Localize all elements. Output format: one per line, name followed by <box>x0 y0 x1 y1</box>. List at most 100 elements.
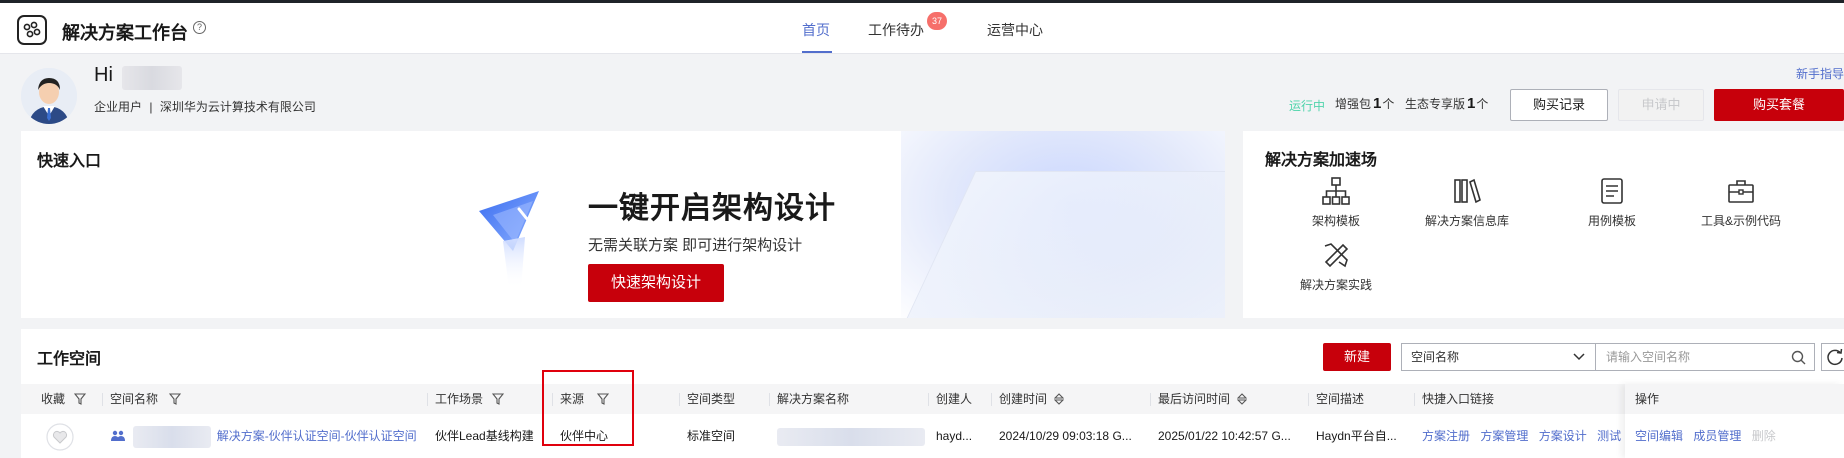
actions-column: 操作 空间编辑 成员管理 删除 <box>1625 384 1844 458</box>
new-workspace-button[interactable]: 新建 <box>1323 343 1391 371</box>
column-divider <box>1150 393 1151 406</box>
column-divider <box>1414 393 1415 406</box>
column-space-name: 空间名称 <box>102 384 182 414</box>
stat-count: 1 <box>1373 95 1382 112</box>
funnel-illustration-icon <box>473 181 555 291</box>
search-icon[interactable] <box>1791 350 1806 365</box>
filter-icon[interactable] <box>492 393 505 405</box>
column-divider <box>102 393 103 406</box>
column-divider <box>427 393 428 406</box>
quick-entry-card: 快速入口 一键开启架构设计 无需关联方案 即可进行架构设计 快速架构设计 <box>21 131 1225 318</box>
tools-icon <box>1324 243 1349 268</box>
purchase-record-button[interactable]: 购买记录 <box>1510 89 1608 121</box>
stat-ecosystem-edition: 生态专享版 1个 <box>1405 95 1488 112</box>
beginner-guide-link[interactable]: 新手指导 <box>1796 65 1844 82</box>
filter-icon[interactable] <box>169 393 182 405</box>
help-icon[interactable]: ? <box>193 21 206 34</box>
space-name-cell[interactable]: 解决方案-伙伴认证空间-伙伴认证空间 <box>110 414 417 458</box>
column-last-visit[interactable]: 最后访问时间 <box>1150 384 1248 414</box>
accelerator-item-solution-library[interactable]: 解决方案信息库 <box>1407 176 1527 229</box>
refresh-button[interactable] <box>1821 343 1844 371</box>
last-visit-cell: 2025/01/22 10:42:57 G... <box>1158 429 1291 443</box>
column-scenario: 工作场景 <box>427 384 505 414</box>
column-label: 空间描述 <box>1316 392 1365 406</box>
app-title: 解决方案工作台 <box>62 23 188 43</box>
column-description: 空间描述 <box>1308 384 1365 414</box>
column-label: 收藏 <box>41 392 66 406</box>
active-tab-indicator <box>802 51 832 53</box>
stat-enhancement-pack: 增强包 1个 <box>1335 95 1394 112</box>
refresh-icon <box>1827 348 1843 366</box>
quick-link-manage[interactable]: 方案管理 <box>1480 429 1528 443</box>
quick-entry-subtitle: 无需关联方案 即可进行架构设计 <box>588 237 803 254</box>
column-space-type: 空间类型 <box>679 384 736 414</box>
scenario-cell: 伙伴Lead基线构建 <box>435 429 534 443</box>
tab-todo[interactable]: 工作待办 <box>868 20 924 40</box>
filter-icon[interactable] <box>74 393 87 405</box>
column-label: 快捷入口链接 <box>1422 392 1495 406</box>
column-solution-name: 解决方案名称 <box>769 384 849 414</box>
column-divider <box>928 393 929 406</box>
column-label: 空间名称 <box>110 392 159 406</box>
column-label: 创建时间 <box>999 392 1048 406</box>
accelerator-item-tools-samples[interactable]: 工具&示例代码 <box>1681 176 1801 229</box>
stat-count: 1 <box>1467 95 1476 112</box>
greeting: Hi <box>94 64 113 86</box>
solution-accelerator-card: 解决方案加速场 架构模板 解决方案信息库 用例模板 工具&示例代码 解决方案实践 <box>1243 131 1844 318</box>
table-row: 解决方案-伙伴认证空间-伙伴认证空间 伙伴Lead基线构建 伙伴中心 标准空间 … <box>21 414 1844 458</box>
applying-button[interactable]: 申请中 <box>1618 89 1704 121</box>
buy-package-button[interactable]: 购买套餐 <box>1714 89 1844 121</box>
accelerator-item-use-case-template[interactable]: 用例模板 <box>1552 176 1672 229</box>
accelerator-item-label: 架构模板 <box>1311 214 1360 228</box>
member-management-link[interactable]: 成员管理 <box>1693 429 1741 443</box>
top-header: 解决方案工作台 ? 首页 工作待办 37 运营中心 <box>0 3 1844 54</box>
accelerator-item-label: 用例模板 <box>1587 214 1636 228</box>
accelerator-item-architecture-template[interactable]: 架构模板 <box>1276 176 1396 229</box>
solution-name-cell <box>777 414 925 458</box>
column-favorite: 收藏 <box>41 384 87 414</box>
user-meta: 企业用户 | 深圳华为云计算技术有限公司 <box>94 98 316 115</box>
quick-link-test[interactable]: 测试 <box>1597 429 1621 443</box>
search-input[interactable]: 请输入空间名称 <box>1595 343 1815 371</box>
app-logo-icon[interactable] <box>17 15 47 45</box>
column-divider <box>769 393 770 406</box>
search-field-select[interactable]: 空间名称 <box>1401 343 1595 371</box>
quick-architecture-design-button[interactable]: 快速架构设计 <box>588 264 724 302</box>
edit-space-link[interactable]: 空间编辑 <box>1635 429 1683 443</box>
chevron-down-icon <box>1573 353 1585 361</box>
space-type-cell: 标准空间 <box>687 429 736 443</box>
redacted-text <box>777 427 925 446</box>
select-value: 空间名称 <box>1411 350 1460 364</box>
column-created-time[interactable]: 创建时间 <box>991 384 1065 414</box>
accelerator-item-solution-practice[interactable]: 解决方案实践 <box>1276 240 1396 293</box>
status-running: 运行中 <box>1289 99 1326 113</box>
accelerator-item-label: 工具&示例代码 <box>1700 214 1781 228</box>
library-icon <box>1454 178 1481 204</box>
user-profile-bar: Hi 企业用户 | 深圳华为云计算技术有限公司 新手指导 运行中 增强包 1个 生… <box>0 54 1844 129</box>
document-list-icon <box>1601 178 1623 204</box>
column-label: 最后访问时间 <box>1158 392 1231 406</box>
column-divider <box>679 393 680 406</box>
sort-icon[interactable] <box>1237 393 1248 405</box>
quick-link-design[interactable]: 方案设计 <box>1539 429 1587 443</box>
todo-count-badge: 37 <box>927 12 947 30</box>
column-divider <box>991 393 992 406</box>
column-label: 创建人 <box>936 392 973 406</box>
delete-link[interactable]: 删除 <box>1752 429 1776 443</box>
actions-cell: 空间编辑 成员管理 删除 <box>1625 414 1844 458</box>
search-placeholder: 请输入空间名称 <box>1606 350 1691 364</box>
favorite-toggle[interactable] <box>45 414 75 458</box>
stat-unit: 个 <box>1476 97 1489 111</box>
space-name-link[interactable]: 解决方案-伙伴认证空间-伙伴认证空间 <box>217 429 417 443</box>
column-label: 工作场景 <box>435 392 484 406</box>
toolbox-icon <box>1728 180 1754 203</box>
accelerator-item-label: 解决方案信息库 <box>1424 214 1509 228</box>
sort-icon[interactable] <box>1054 393 1065 405</box>
tab-operations[interactable]: 运营中心 <box>987 20 1043 40</box>
accelerator-title: 解决方案加速场 <box>1265 152 1378 169</box>
quick-link-register[interactable]: 方案注册 <box>1422 429 1470 443</box>
column-label: 空间类型 <box>687 392 736 406</box>
redacted-text <box>133 425 212 448</box>
tab-home[interactable]: 首页 <box>802 20 830 40</box>
column-quick-links: 快捷入口链接 <box>1414 384 1495 414</box>
